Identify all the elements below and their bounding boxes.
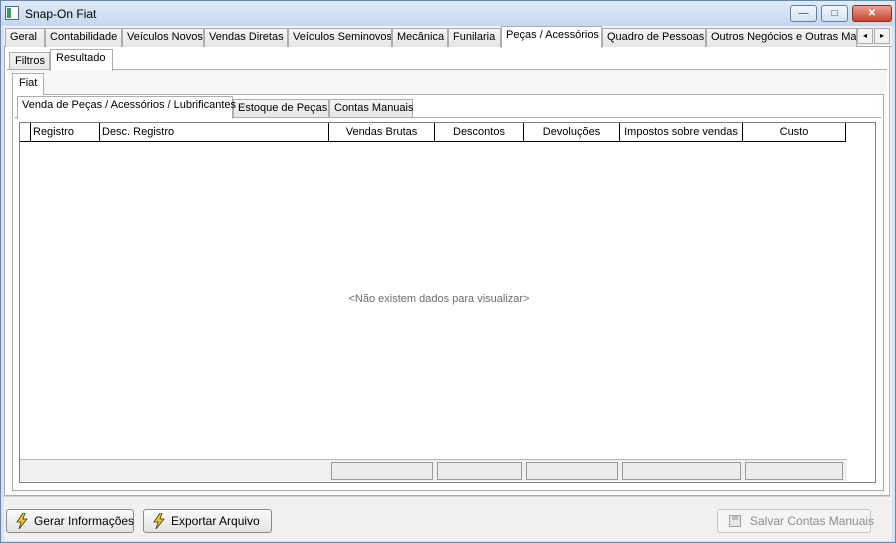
minimize-button[interactable]: —	[790, 5, 817, 22]
summary-cell	[331, 462, 433, 480]
summary-cell	[622, 462, 741, 480]
tab-fiat[interactable]: Fiat	[12, 73, 45, 95]
lightning-icon	[153, 513, 165, 529]
tab-contas-manuais[interactable]: Contas Manuais	[329, 99, 414, 118]
main-tab-strip: Geral Contabilidade Veículos Novos Venda…	[4, 26, 892, 48]
tab-geral[interactable]: Geral	[5, 28, 45, 47]
tab-scroll-right-icon[interactable]: ▸	[874, 28, 890, 44]
tab-vendas-diretas[interactable]: Vendas Diretas	[204, 28, 288, 47]
save-manual-accounts-button[interactable]: Salvar Contas Manuais	[717, 509, 875, 533]
tab-pecas-acessorios[interactable]: Peças / Acessórios	[501, 26, 602, 48]
tab-resultado[interactable]: Resultado	[50, 49, 113, 71]
tab-contabilidade[interactable]: Contabilidade	[45, 28, 122, 47]
tab-venda-pecas[interactable]: Venda de Peças / Acessórios / Lubrifican…	[17, 96, 236, 119]
title-bar: Snap-On Fiat — □ ✕	[1, 1, 895, 26]
generate-info-label: Gerar Informações	[34, 514, 135, 528]
tab-veiculos-novos[interactable]: Veículos Novos	[122, 28, 204, 47]
export-file-button[interactable]: Exportar Arquivo	[143, 509, 272, 533]
summary-cell	[526, 462, 618, 480]
client-area: Geral Contabilidade Veículos Novos Venda…	[4, 26, 892, 541]
column-header[interactable]: Devoluções	[524, 123, 620, 141]
tab-quadro-de-pessoas[interactable]: Quadro de Pessoas	[602, 28, 706, 47]
export-file-label: Exportar Arquivo	[171, 514, 260, 528]
column-header[interactable]: Vendas Brutas	[329, 123, 435, 141]
app-icon	[5, 6, 19, 20]
pecas-panel: Filtros Resultado Fiat Venda de Peças / …	[4, 47, 890, 496]
tab-veiculos-seminovos[interactable]: Veículos Seminovos	[288, 28, 392, 47]
summary-cell	[437, 462, 522, 480]
maximize-button[interactable]: □	[821, 5, 848, 22]
lightning-icon	[16, 513, 28, 529]
tab-outros-negocios[interactable]: Outros Negócios e Outras Mar	[706, 28, 857, 47]
save-manual-accounts-label: Salvar Contas Manuais	[750, 514, 875, 528]
grid-header: Registro Desc. Registro Vendas Brutas De…	[20, 123, 846, 142]
save-icon	[729, 515, 741, 527]
column-header[interactable]: Registro	[31, 123, 100, 141]
column-header[interactable]: Custo	[743, 123, 846, 141]
app-window: Snap-On Fiat — □ ✕ Geral Contabilidade V…	[0, 0, 896, 543]
column-header[interactable]: Impostos sobre vendas	[620, 123, 743, 141]
generate-info-button[interactable]: Gerar Informações	[6, 509, 134, 533]
brand-area: Fiat Venda de Peças / Acessórios / Lubri…	[9, 70, 887, 493]
summary-cell	[745, 462, 843, 480]
tab-scroll-left-icon[interactable]: ◂	[857, 28, 873, 44]
action-toolbar: Gerar Informações Exportar Arquivo Salva…	[4, 496, 890, 541]
results-grid[interactable]: Registro Desc. Registro Vendas Brutas De…	[19, 122, 876, 483]
tab-mecanica[interactable]: Mecânica	[392, 28, 448, 47]
row-indicator-header	[20, 123, 31, 141]
tab-filtros[interactable]: Filtros	[9, 52, 50, 70]
brand-body: Venda de Peças / Acessórios / Lubrifican…	[12, 94, 884, 491]
close-button[interactable]: ✕	[852, 5, 892, 22]
grid-summary-footer	[20, 459, 847, 481]
empty-grid-message: <Não existem dados para visualizar>	[348, 293, 530, 305]
column-header[interactable]: Desc. Registro	[100, 123, 329, 141]
window-title: Snap-On Fiat	[25, 7, 97, 21]
tab-funilaria[interactable]: Funilaria	[448, 28, 501, 47]
tab-scroll-controls: ◂ ▸	[857, 28, 890, 44]
column-header[interactable]: Descontos	[435, 123, 524, 141]
tab-estoque-pecas[interactable]: Estoque de Peças	[233, 99, 329, 118]
